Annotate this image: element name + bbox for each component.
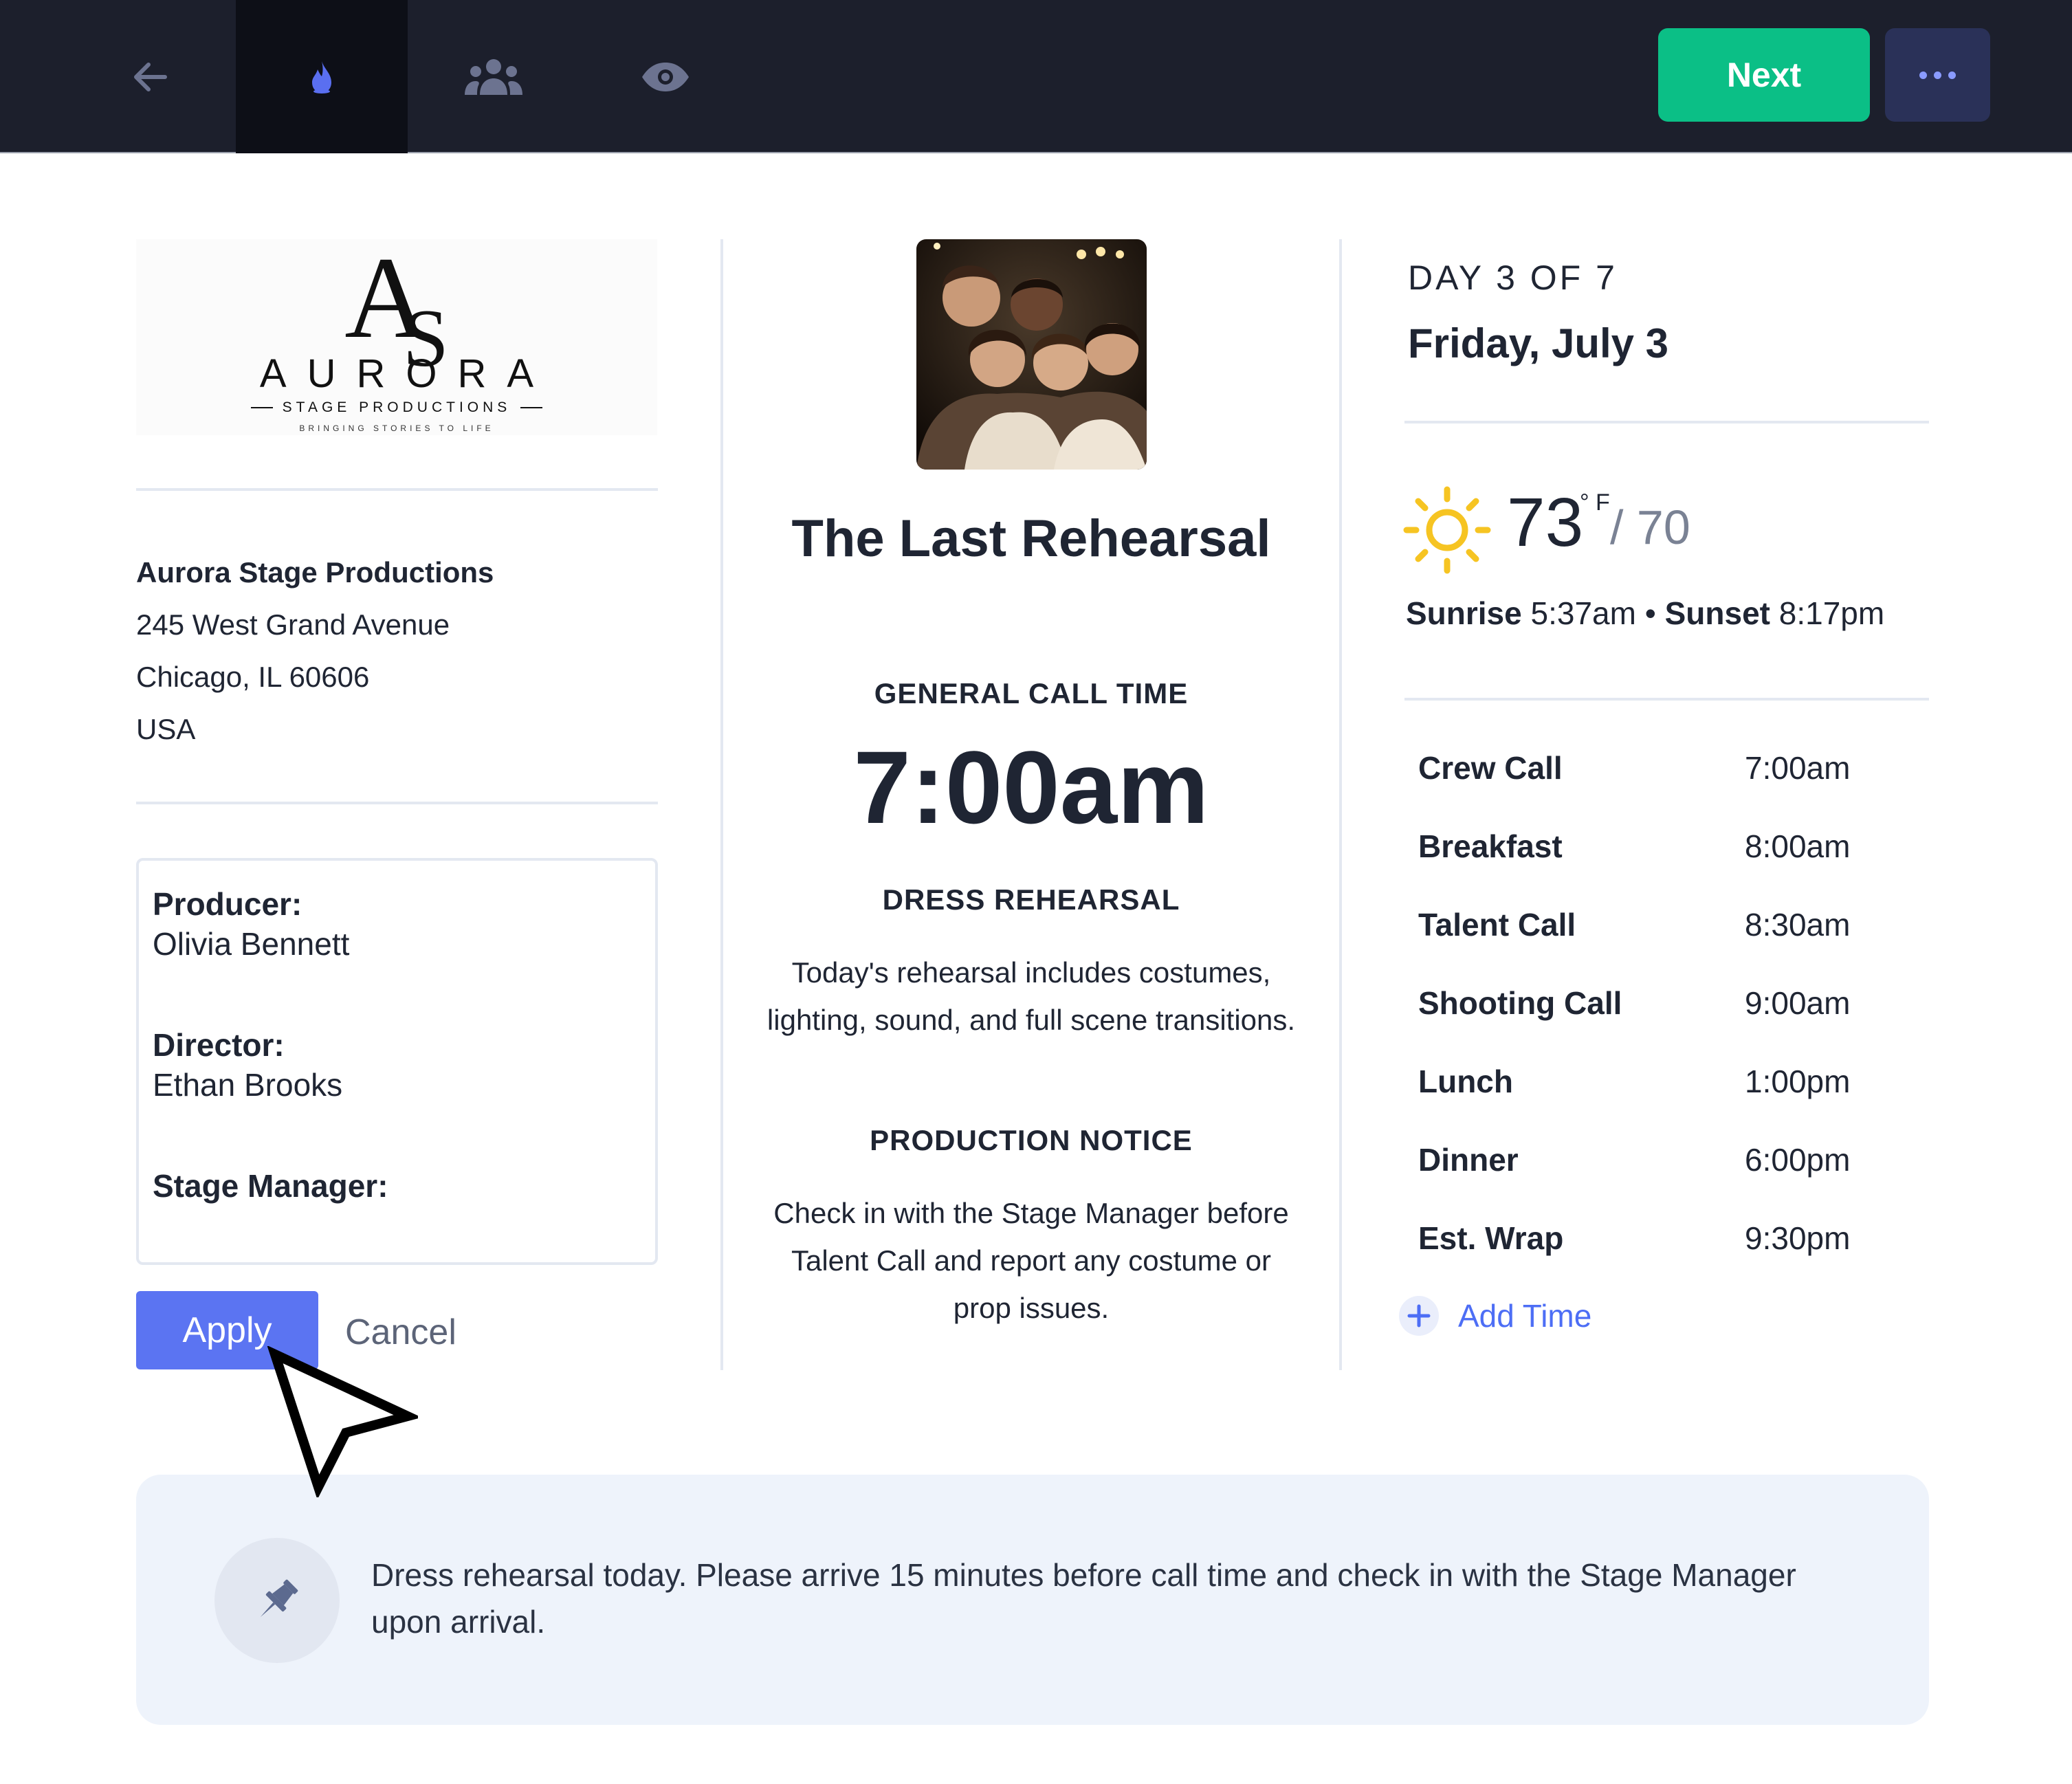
schedule-label: Crew Call: [1418, 750, 1563, 786]
schedule-time: 8:30am: [1745, 907, 1851, 943]
production-title: The Last Rehearsal: [791, 509, 1271, 568]
top-toolbar: Next: [0, 0, 2072, 153]
schedule-row[interactable]: Talent Call 8:30am: [1418, 885, 1899, 964]
sunset-label: Sunset: [1664, 595, 1770, 631]
add-time-button[interactable]: Add Time: [1399, 1296, 1591, 1336]
pin-icon: [214, 1538, 340, 1663]
logo-name: AURORA: [259, 351, 555, 396]
divider: [136, 488, 658, 491]
temperature-high: 73: [1507, 484, 1584, 561]
arrow-left-icon: [134, 62, 167, 91]
schedule-label: Breakfast: [1418, 828, 1563, 864]
more-horizontal-icon: [1919, 71, 1956, 79]
schedule-label: Lunch: [1418, 1064, 1513, 1099]
schedule-row[interactable]: Lunch 1:00pm: [1418, 1042, 1899, 1121]
schedule-label: Dinner: [1418, 1142, 1519, 1178]
rehearsal-description: Today's rehearsal includes costumes, lig…: [767, 956, 1296, 1036]
schedule-time: 8:00am: [1745, 828, 1851, 864]
sunset-time: 8:17pm: [1778, 595, 1885, 631]
sunrise-time: 5:37am: [1530, 595, 1636, 631]
general-call-heading: GENERAL CALL TIME: [874, 677, 1189, 709]
back-button[interactable]: [64, 0, 236, 153]
production-notice-text: Check in with the Stage Manager before T…: [773, 1197, 1289, 1324]
dress-rehearsal-heading: DRESS REHEARSAL: [882, 883, 1180, 916]
shoot-date: Friday, July 3: [1408, 320, 1669, 366]
company-address: Aurora Stage Productions 245 West Grand …: [136, 547, 494, 756]
divider: [1404, 698, 1929, 701]
cast-photo: [916, 239, 1147, 470]
tab-people[interactable]: [408, 0, 580, 153]
column-divider: [1339, 239, 1342, 1370]
logo-tagline: BRINGING STORIES TO LIFE: [299, 423, 494, 433]
column-divider: [720, 239, 723, 1370]
crew-info-editor[interactable]: Producer: Olivia Bennett Director: Ethan…: [136, 858, 658, 1265]
notice-banner: Dress rehearsal today. Please arrive 15 …: [136, 1475, 1929, 1725]
schedule-label: Est. Wrap: [1418, 1220, 1564, 1256]
schedule-time: 9:00am: [1745, 985, 1851, 1021]
eye-icon: [642, 62, 689, 91]
director-value[interactable]: Ethan Brooks: [153, 1065, 641, 1105]
schedule-time: 1:00pm: [1745, 1064, 1851, 1099]
users-icon: [465, 58, 522, 95]
mouse-cursor-icon: [267, 1345, 422, 1501]
general-call-time: 7:00am: [853, 729, 1209, 845]
notice-text: Dress rehearsal today. Please arrive 15 …: [371, 1557, 1796, 1640]
company-name: Aurora Stage Productions: [136, 556, 494, 588]
producer-label: Producer:: [153, 886, 302, 922]
schedule-row[interactable]: Crew Call 7:00am: [1418, 729, 1899, 807]
schedule-label: Shooting Call: [1418, 985, 1622, 1021]
producer-entry[interactable]: Producer: Olivia Bennett: [153, 884, 641, 1025]
logo-subtitle: STAGE PRODUCTIONS: [136, 399, 657, 416]
producer-value[interactable]: Olivia Bennett: [153, 924, 641, 964]
schedule-label: Talent Call: [1418, 907, 1576, 943]
temperature-unit: ° F: [1580, 489, 1610, 516]
schedule-row[interactable]: Dinner 6:00pm: [1418, 1121, 1899, 1199]
more-options-button[interactable]: [1885, 28, 1990, 122]
temperature-low: / 70: [1610, 500, 1690, 554]
address-street: 245 West Grand Avenue: [136, 608, 450, 641]
add-time-label: Add Time: [1458, 1298, 1592, 1334]
divider: [136, 802, 658, 804]
divider: [1404, 421, 1929, 423]
address-country: USA: [136, 713, 196, 745]
director-entry[interactable]: Director: Ethan Brooks: [153, 1025, 641, 1166]
next-button[interactable]: Next: [1658, 28, 1870, 122]
separator-dot: •: [1644, 595, 1656, 631]
tab-fire[interactable]: [236, 0, 408, 153]
address-city: Chicago, IL 60606: [136, 661, 370, 693]
flame-icon: [312, 60, 331, 93]
stage-manager-label: Stage Manager:: [153, 1168, 388, 1204]
sun-icon: [1402, 485, 1492, 578]
sunrise-label: Sunrise: [1406, 595, 1522, 631]
sunrise-sunset: Sunrise 5:37am • Sunset 8:17pm: [1406, 595, 1884, 632]
company-logo: AS AURORA STAGE PRODUCTIONS BRINGING STO…: [136, 239, 657, 435]
day-counter: DAY 3 OF 7: [1408, 258, 1618, 297]
tab-preview[interactable]: [580, 0, 751, 153]
schedule-time: 9:30pm: [1745, 1220, 1851, 1256]
schedule-list: Crew Call 7:00am Breakfast 8:00am Talent C…: [1418, 729, 1899, 1277]
stage-manager-entry[interactable]: Stage Manager:: [153, 1166, 641, 1307]
schedule-time: 7:00am: [1745, 750, 1851, 786]
plus-icon: [1399, 1296, 1439, 1336]
director-label: Director:: [153, 1027, 285, 1063]
production-notice-heading: PRODUCTION NOTICE: [870, 1124, 1193, 1156]
schedule-time: 6:00pm: [1745, 1142, 1851, 1178]
schedule-row[interactable]: Shooting Call 9:00am: [1418, 964, 1899, 1042]
schedule-row[interactable]: Breakfast 8:00am: [1418, 807, 1899, 885]
schedule-row[interactable]: Est. Wrap 9:30pm: [1418, 1199, 1899, 1277]
logo-monogram: AS: [344, 233, 449, 384]
